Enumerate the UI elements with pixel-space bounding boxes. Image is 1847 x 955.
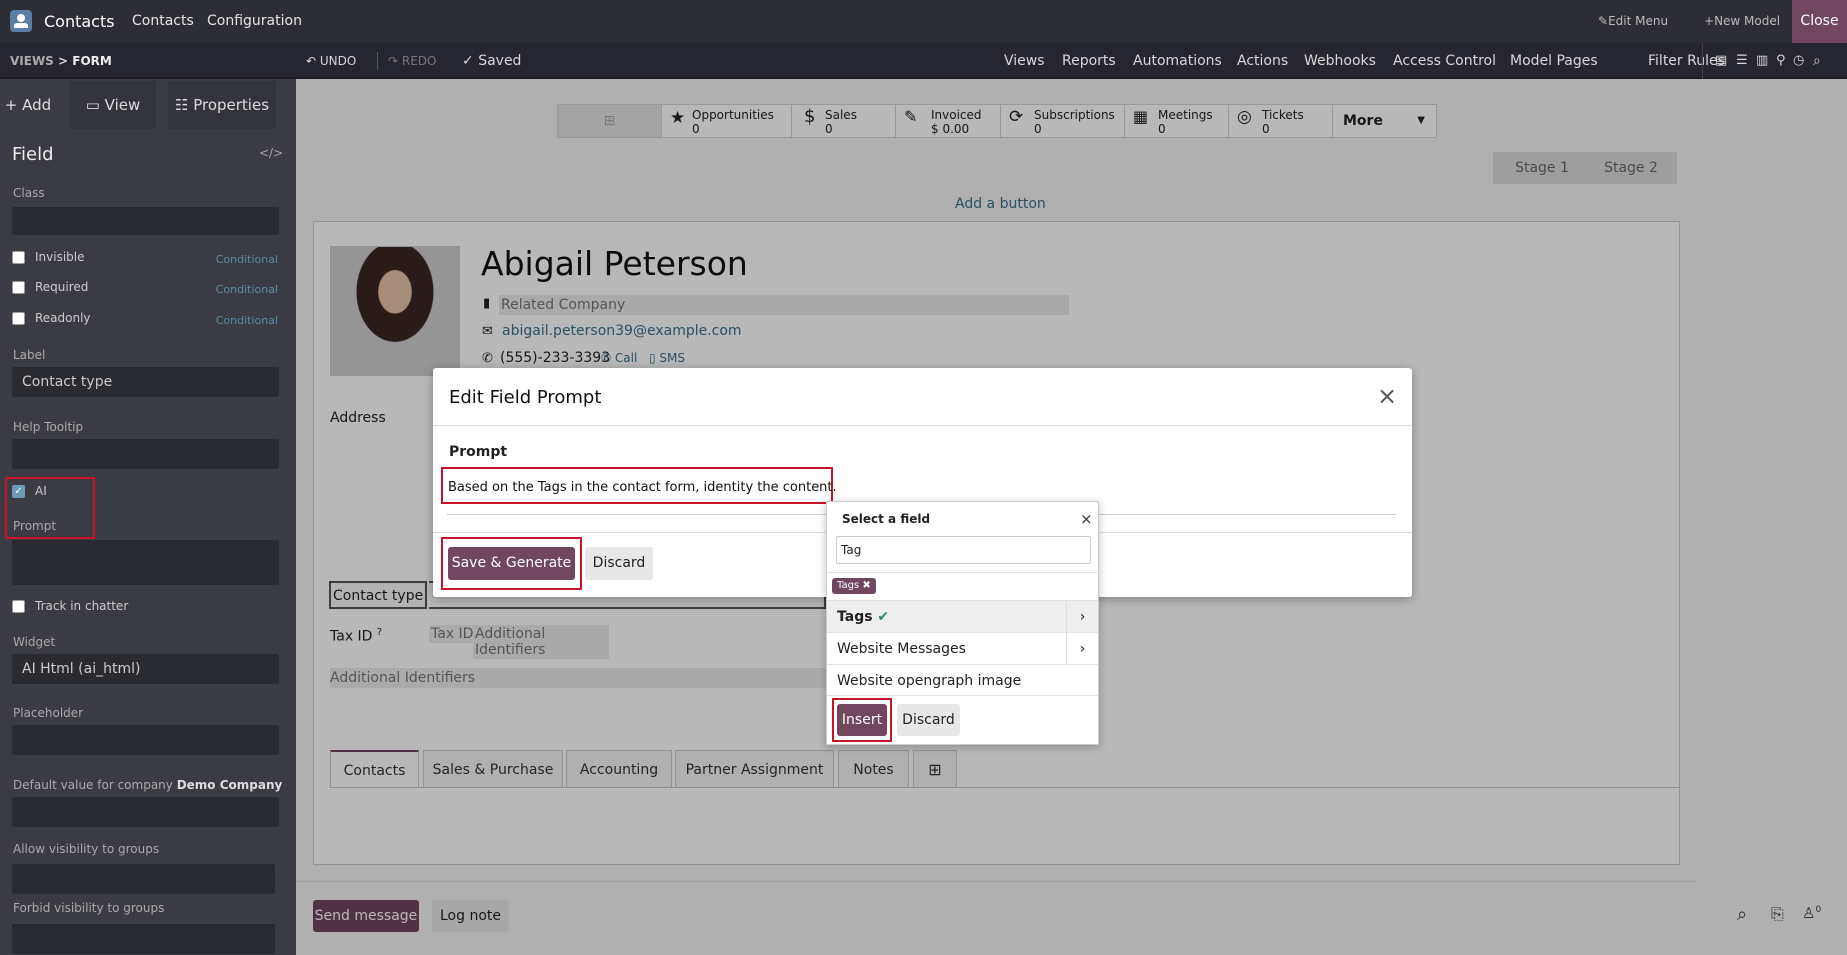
nav-model-pages[interactable]: Model Pages — [1510, 43, 1598, 79]
top-navbar: Contacts Contacts Configuration ✎Edit Me… — [0, 0, 1847, 43]
field-option-tags[interactable]: Tags ✔ › — [827, 600, 1098, 633]
close-icon[interactable]: × — [1377, 382, 1397, 410]
plus-icon: + — [4, 96, 18, 114]
nav-actions[interactable]: Actions — [1237, 43, 1288, 79]
prompt-input[interactable] — [12, 540, 279, 585]
list-icon: ☷ — [174, 96, 189, 114]
check-icon: ✔ — [877, 609, 890, 625]
search-icon[interactable]: ⌕ — [1813, 43, 1821, 79]
help-tooltip-label: Help Tooltip — [13, 420, 84, 434]
map-pin-icon[interactable]: ⚲ — [1776, 43, 1786, 79]
default-value-label: Default value for company Demo Company — [13, 778, 283, 792]
required-label: Required — [35, 280, 89, 294]
view-switcher: ▤ ☰ ▥ ⚲ ◷ ⌕ — [1702, 43, 1847, 79]
remove-icon[interactable]: ✖ — [862, 580, 870, 591]
dialog-header-divider — [433, 425, 1412, 426]
class-input[interactable] — [12, 207, 279, 235]
popover-title: Select a field — [842, 512, 931, 526]
nav-access-control[interactable]: Access Control — [1393, 43, 1496, 79]
menu-configuration[interactable]: Configuration — [207, 0, 302, 43]
toolbar-divider — [377, 52, 378, 70]
selected-tag-chip[interactable]: Tags ✖ — [832, 578, 876, 594]
save-generate-button[interactable]: Save & Generate — [448, 547, 575, 580]
chevron-right-icon[interactable]: › — [1066, 601, 1098, 633]
nav-automations[interactable]: Automations — [1133, 43, 1222, 79]
new-model-button[interactable]: +New Model — [1704, 0, 1780, 43]
check-icon: ✓ — [462, 53, 474, 69]
prompt-text-input[interactable]: Based on the Tags in the contact form, i… — [448, 480, 837, 495]
tab-add[interactable]: + Add — [0, 81, 56, 129]
placeholder-input[interactable] — [12, 725, 279, 755]
invisible-label: Invisible — [35, 250, 85, 264]
allow-groups-label: Allow visibility to groups — [13, 842, 160, 856]
pencil-icon: ✎ — [1598, 14, 1609, 28]
redo-button[interactable]: ↷ REDO — [388, 43, 437, 79]
invisible-conditional[interactable]: Conditional — [216, 253, 278, 266]
help-tooltip-input[interactable] — [12, 439, 279, 469]
required-conditional[interactable]: Conditional — [216, 283, 278, 296]
widget-label: Widget — [13, 635, 56, 649]
sidebar-title: Field — [12, 144, 54, 165]
popover-footer-divider — [827, 695, 1098, 696]
nav-reports[interactable]: Reports — [1062, 43, 1116, 79]
code-icon[interactable]: </> — [259, 146, 283, 160]
field-selector-popover: Select a field × Tag Tags ✖ Tags ✔ › Webs… — [826, 501, 1099, 745]
forbid-groups-input[interactable] — [12, 924, 275, 954]
app-title[interactable]: Contacts — [44, 0, 115, 43]
prompt-label: Prompt — [449, 444, 508, 460]
tab-properties[interactable]: ☷ Properties — [168, 81, 276, 129]
readonly-label: Readonly — [35, 311, 91, 325]
saved-status: ✓ Saved — [462, 53, 522, 69]
forbid-groups-label: Forbid visibility to groups — [13, 901, 165, 915]
close-icon[interactable]: × — [1080, 510, 1093, 528]
close-studio-button[interactable]: Close — [1792, 0, 1847, 43]
discard-button[interactable]: Discard — [585, 547, 653, 580]
form-view-icon[interactable]: ▤ — [1715, 43, 1727, 79]
app-icon[interactable] — [10, 10, 32, 32]
placeholder-label: Placeholder — [13, 706, 84, 720]
popover-divider — [827, 572, 1098, 573]
popover-discard-button[interactable]: Discard — [897, 704, 960, 736]
nav-webhooks[interactable]: Webhooks — [1304, 43, 1376, 79]
chevron-right-icon[interactable]: › — [1066, 633, 1098, 665]
insert-button[interactable]: Insert — [837, 704, 887, 736]
field-option-website-opengraph-image[interactable]: Website opengraph image — [827, 664, 1098, 696]
nav-views[interactable]: Views — [1004, 43, 1045, 79]
plus-icon: + — [1704, 14, 1715, 28]
track-chatter-checkbox[interactable] — [12, 600, 25, 613]
readonly-checkbox[interactable] — [12, 312, 25, 325]
activity-icon[interactable]: ◷ — [1793, 43, 1804, 79]
dialog-title: Edit Field Prompt — [449, 387, 602, 408]
invisible-checkbox[interactable] — [12, 251, 25, 264]
readonly-conditional[interactable]: Conditional — [216, 314, 278, 327]
label-input[interactable]: Contact type — [12, 367, 279, 397]
studio-toolbar: VIEWS > FORM ↶ UNDO ↷ REDO ✓ Saved Views… — [0, 43, 1847, 79]
ai-highlight-box — [5, 477, 95, 539]
redo-icon: ↷ — [388, 54, 399, 68]
list-view-icon[interactable]: ☰ — [1736, 43, 1748, 79]
menu-contacts[interactable]: Contacts — [132, 0, 194, 43]
label-label: Label — [13, 348, 46, 362]
default-value-input[interactable] — [12, 797, 279, 827]
class-label: Class — [13, 186, 45, 200]
undo-button[interactable]: ↶ UNDO — [306, 43, 356, 79]
studio-sidebar: + Add ▭ View ☷ Properties Field </> Clas… — [0, 79, 296, 955]
widget-select[interactable]: AI Html (ai_html) — [12, 654, 279, 684]
breadcrumb: VIEWS > FORM — [10, 54, 112, 68]
field-search-input[interactable]: Tag — [836, 536, 1091, 564]
required-checkbox[interactable] — [12, 281, 25, 294]
track-chatter-label: Track in chatter — [35, 599, 129, 613]
kanban-view-icon[interactable]: ▥ — [1756, 43, 1768, 79]
edit-menu-button[interactable]: ✎Edit Menu — [1598, 0, 1668, 43]
undo-icon: ↶ — [306, 54, 317, 68]
monitor-icon: ▭ — [85, 96, 100, 114]
tab-view[interactable]: ▭ View — [70, 81, 156, 129]
allow-groups-input[interactable] — [12, 864, 275, 894]
field-option-website-messages[interactable]: Website Messages › — [827, 632, 1098, 665]
